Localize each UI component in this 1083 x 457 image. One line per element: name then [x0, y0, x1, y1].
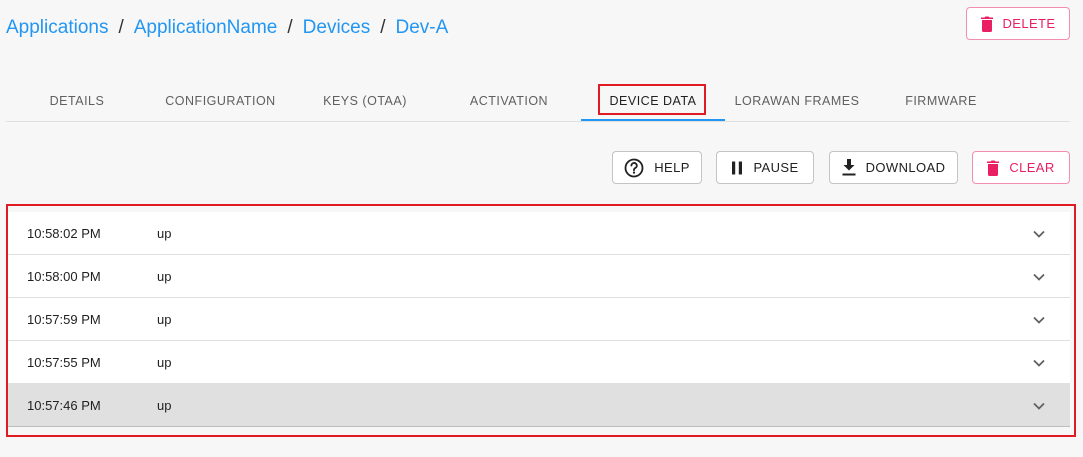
breadcrumb-application-name[interactable]: ApplicationName	[134, 17, 278, 39]
breadcrumb: Applications / ApplicationName / Devices…	[6, 16, 448, 40]
device-data-page: Applications / ApplicationName / Devices…	[0, 0, 1083, 457]
breadcrumb-separator: /	[118, 17, 124, 38]
active-tab-indicator	[581, 119, 725, 121]
trash-icon	[980, 16, 993, 32]
tab-details[interactable]: DETAILS	[6, 80, 148, 121]
delete-button[interactable]: DELETE	[966, 7, 1070, 40]
tab-configuration[interactable]: CONFIGURATION	[148, 80, 293, 121]
download-icon	[842, 159, 856, 176]
delete-button-label: DELETE	[1002, 16, 1056, 31]
help-button[interactable]: HELP	[612, 151, 702, 184]
help-button-label: HELP	[654, 160, 690, 175]
clear-button-label: CLEAR	[1009, 160, 1055, 175]
breadcrumb-separator: /	[380, 17, 386, 38]
pause-button[interactable]: PAUSE	[716, 151, 814, 184]
breadcrumb-devices[interactable]: Devices	[303, 17, 371, 39]
download-button-label: DOWNLOAD	[865, 160, 946, 175]
breadcrumb-device[interactable]: Dev-A	[396, 17, 449, 39]
annotation-highlight-list	[6, 204, 1076, 437]
breadcrumb-separator: /	[287, 17, 293, 38]
pause-button-label: PAUSE	[753, 160, 799, 175]
help-circle-icon	[624, 158, 644, 178]
tab-activation[interactable]: ACTIVATION	[437, 80, 581, 121]
download-button[interactable]: DOWNLOAD	[829, 151, 958, 184]
pause-icon	[731, 161, 743, 175]
breadcrumb-applications[interactable]: Applications	[6, 17, 108, 39]
trash-icon	[987, 160, 1000, 176]
tab-bar: DETAILS CONFIGURATION KEYS (OTAA) ACTIVA…	[6, 80, 1070, 122]
tab-lorawan-frames[interactable]: LORAWAN FRAMES	[725, 80, 869, 121]
tab-device-data[interactable]: DEVICE DATA	[581, 80, 725, 121]
tab-firmware[interactable]: FIRMWARE	[869, 80, 1013, 121]
tab-keys-otaa[interactable]: KEYS (OTAA)	[293, 80, 437, 121]
clear-button[interactable]: CLEAR	[972, 151, 1070, 184]
